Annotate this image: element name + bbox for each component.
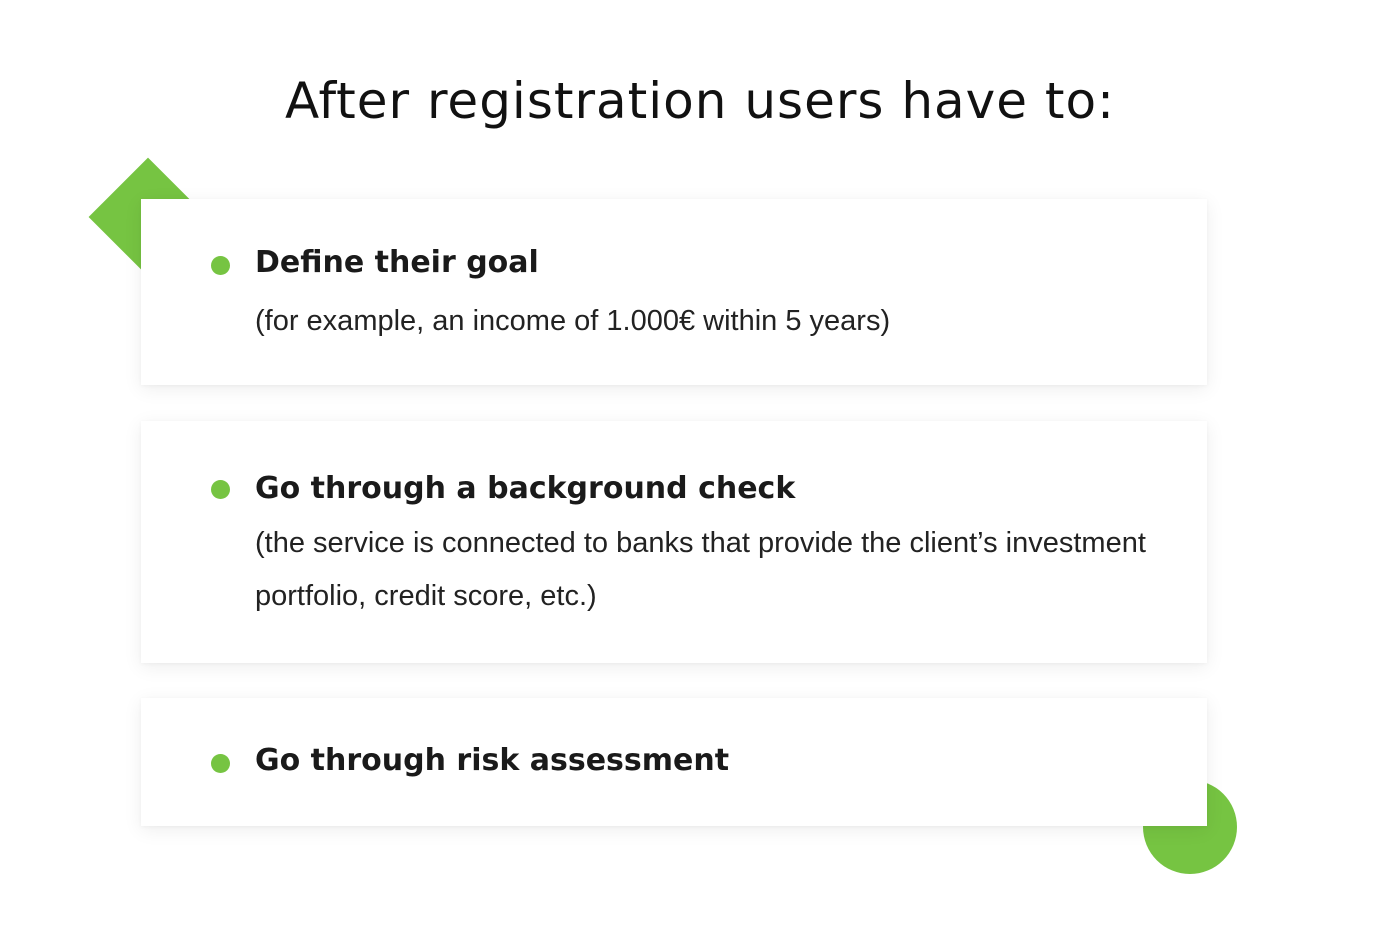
- list-item-define-goal: Define their goal (for example, an incom…: [141, 199, 1207, 385]
- page-title: After registration users have to:: [285, 72, 1115, 130]
- item-description: (the service is connected to banks that …: [255, 527, 1146, 612]
- item-title: Define their goal: [255, 245, 539, 280]
- item-title: Go through a background check: [255, 471, 796, 506]
- circle-bullet-icon: [211, 480, 230, 499]
- circle-bullet-icon: [211, 754, 230, 773]
- circle-bullet-icon: [211, 256, 230, 275]
- item-description: (for example, an income of 1.000€ within…: [255, 305, 891, 337]
- item-title: Go through risk assessment: [255, 743, 730, 778]
- list-item-risk-assessment: Go through risk assessment: [141, 698, 1207, 826]
- list-item-background-check: Go through a background check (the servi…: [141, 421, 1207, 663]
